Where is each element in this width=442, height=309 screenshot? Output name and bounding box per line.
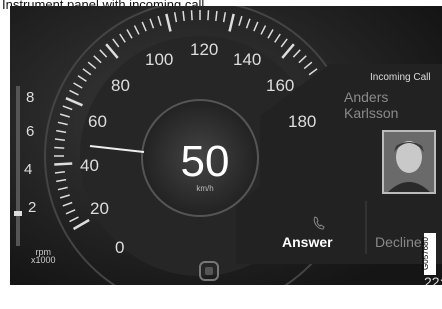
- speed-tick-140: 140: [233, 50, 262, 69]
- rpm-tick-8: 8: [26, 89, 35, 106]
- incoming-call-title: Incoming Call: [370, 72, 431, 83]
- image-id-label: G057680: [421, 233, 436, 275]
- rpm-unit: rpm x1000: [31, 247, 56, 265]
- rpm-tick-2: 2: [28, 199, 37, 216]
- dial-tick-mark: [54, 162, 73, 166]
- dial-tick-mark: [207, 10, 210, 21]
- decline-button[interactable]: Decline: [375, 234, 422, 250]
- rpm-tick-6: 6: [26, 123, 35, 140]
- speed-tick-80: 80: [111, 76, 130, 95]
- answer-button[interactable]: Answer: [282, 234, 333, 250]
- caller-name: Anders Karlsson: [344, 89, 399, 121]
- speed-tick-60: 60: [88, 112, 107, 131]
- rpm-tick-4: 4: [24, 161, 33, 178]
- speed-tick-180: 180: [288, 112, 317, 131]
- dial-tick-mark: [190, 10, 193, 21]
- speed-tick-160: 160: [266, 76, 295, 95]
- contact-photo: [382, 130, 436, 194]
- speed-value: 50: [180, 137, 230, 186]
- speed-unit: km/h: [196, 184, 214, 193]
- speed-tick-20: 20: [90, 199, 109, 218]
- dial-tick-mark: [54, 146, 65, 149]
- phone-icon: [313, 216, 325, 230]
- speed-tick-100: 100: [145, 50, 174, 69]
- speed-tick-0: 0: [115, 238, 125, 257]
- speed-tick-120: 120: [190, 40, 219, 59]
- clock: 22:6: [424, 274, 442, 285]
- speed-tick-40: 40: [80, 156, 99, 175]
- home-icon[interactable]: [197, 259, 221, 283]
- instrument-display: 0 20 40 60 80 100 120 140 160 180 8 6 4 …: [10, 6, 442, 285]
